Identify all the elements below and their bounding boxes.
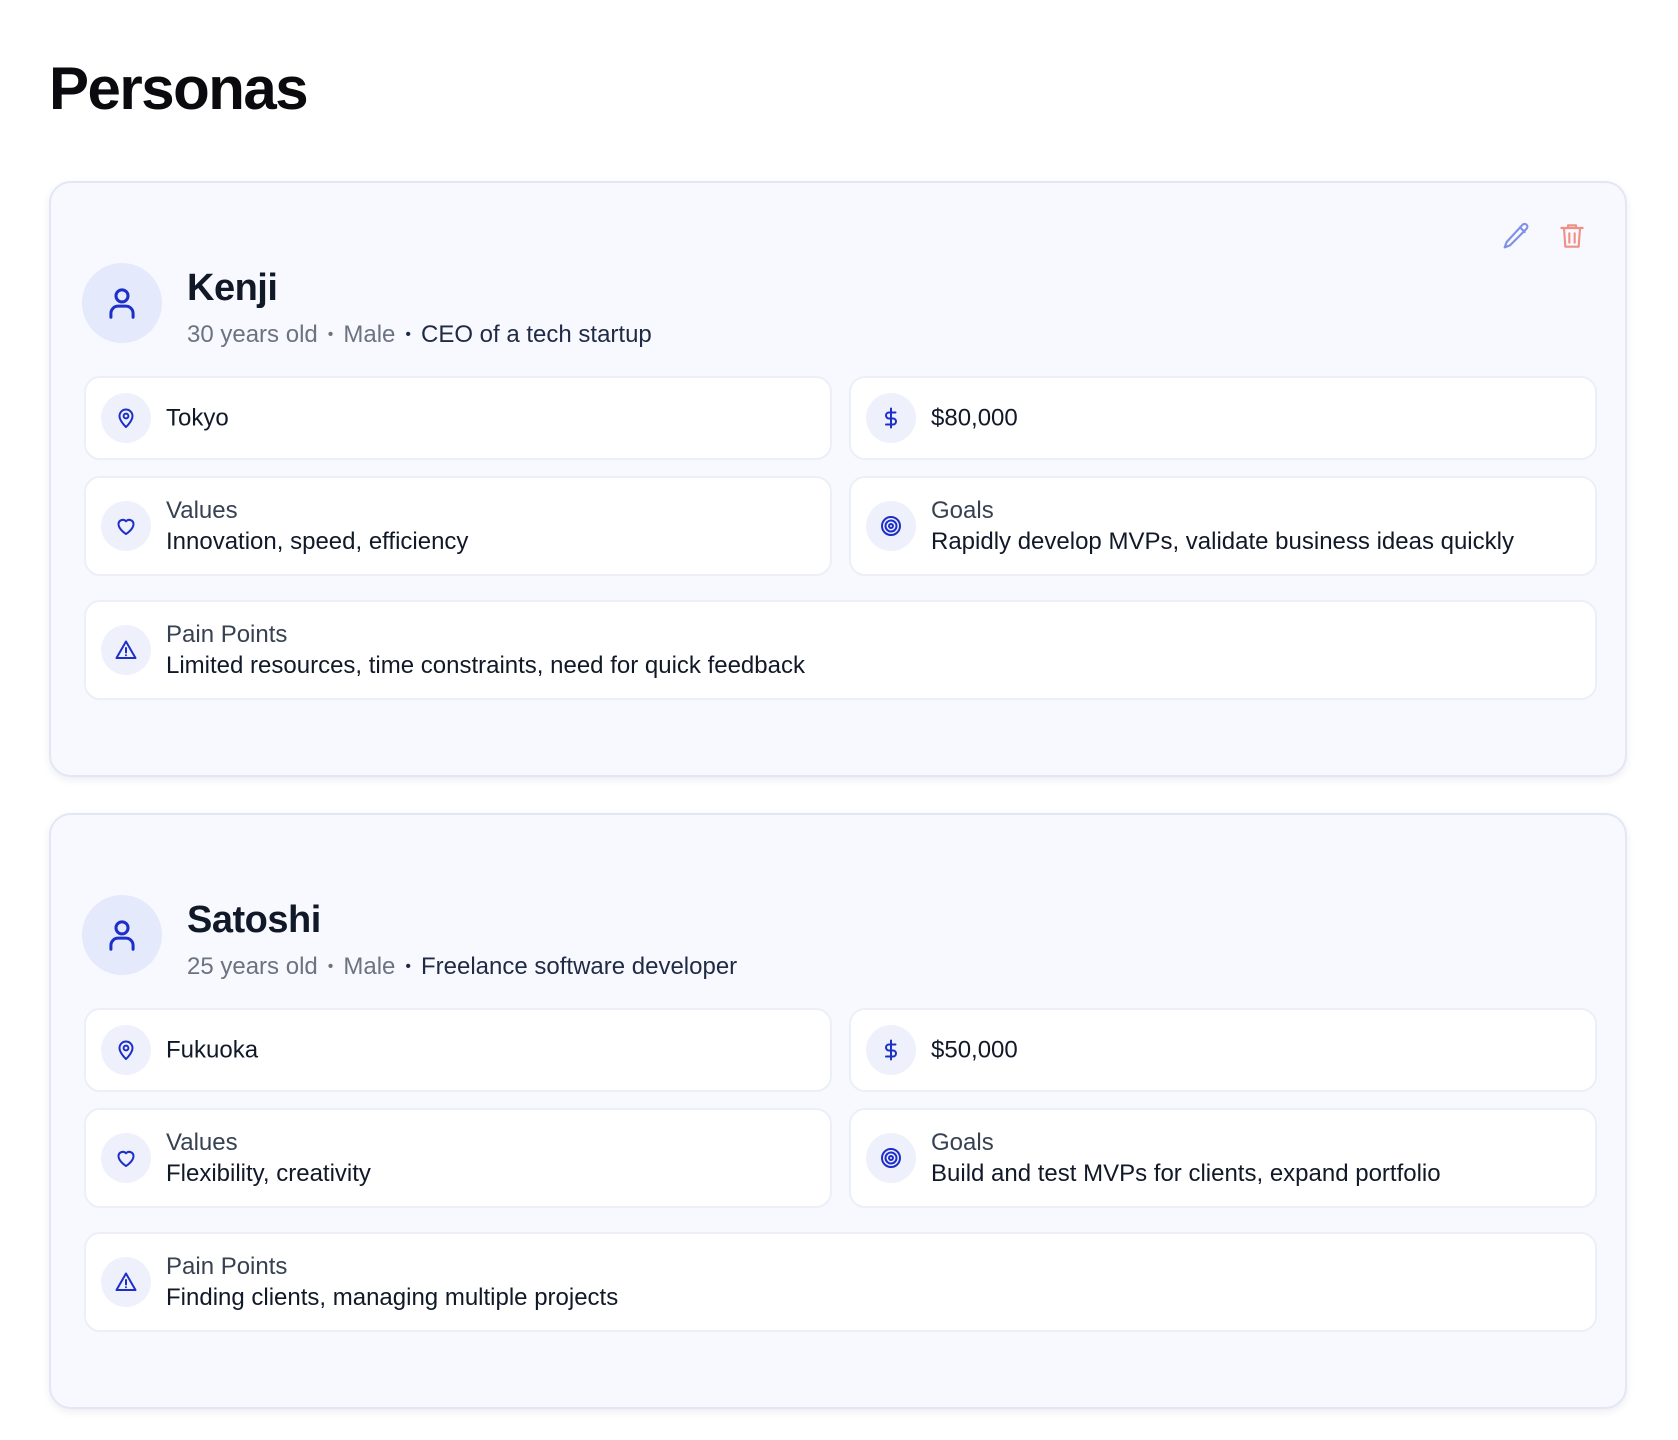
meta-separator: • [327,958,334,975]
location-value: Tokyo [166,404,229,432]
location-field: Fukuoka [84,1008,832,1092]
goals-label: Goals [931,496,994,524]
user-icon [103,916,141,954]
persona-name: Satoshi [187,899,321,941]
meta-separator: • [327,326,334,343]
persona-meta: 30 years old • Male • CEO of a tech startup [187,323,652,347]
pain-points-field: Pain Points Finding clients, managing mu… [84,1232,1597,1332]
pain-points-label: Pain Points [166,620,288,648]
values-value: Innovation, speed, efficiency [166,528,469,555]
values-label: Values [166,1128,238,1156]
dollar-icon [866,393,916,443]
goals-value: Build and test MVPs for clients, expand … [931,1160,1441,1187]
target-icon [866,501,916,551]
values-field: Values Innovation, speed, efficiency [84,476,832,576]
values-label: Values [166,496,238,524]
delete-button[interactable] [1555,219,1589,253]
income-value: $50,000 [931,1036,1018,1064]
pain-points-value: Limited resources, time constraints, nee… [166,652,805,679]
map-pin-icon [101,393,151,443]
income-value: $80,000 [931,404,1018,432]
meta-separator: • [405,958,411,975]
user-icon [103,284,141,322]
heart-icon [101,501,151,551]
avatar [82,895,162,975]
persona-name: Kenji [187,267,278,309]
persona-age: 30 years old [187,321,318,348]
map-pin-icon [101,1025,151,1075]
pain-points-value: Finding clients, managing multiple proje… [166,1284,619,1311]
pencil-icon [1500,220,1532,252]
values-value: Flexibility, creativity [166,1160,371,1187]
values-field: Values Flexibility, creativity [84,1108,832,1208]
dollar-icon [866,1025,916,1075]
persona-gender: Male [343,953,396,980]
target-icon [866,1133,916,1183]
income-field: $80,000 [849,376,1597,460]
persona-card: Kenji 30 years old • Male • CEO of a tech st… [49,181,1627,777]
trash-icon [1556,220,1588,252]
goals-field: Goals Build and test MVPs for clients, e… [849,1108,1597,1208]
heart-icon [101,1133,151,1183]
persona-occupation: CEO of a tech startup [421,321,652,348]
income-field: $50,000 [849,1008,1597,1092]
goals-field: Goals Rapidly develop MVPs, validate bus… [849,476,1597,576]
location-field: Tokyo [84,376,832,460]
meta-separator: • [405,326,411,343]
goals-value: Rapidly develop MVPs, validate business … [931,528,1514,555]
card-actions [1499,219,1589,253]
persona-age: 25 years old [187,953,318,980]
pain-points-label: Pain Points [166,1252,288,1280]
persona-meta: 25 years old • Male • Freelance software dev… [187,955,737,979]
persona-gender: Male [343,321,396,348]
alert-triangle-icon [101,625,151,675]
location-value: Fukuoka [166,1036,259,1064]
page-title: Personas [49,55,309,122]
pain-points-field: Pain Points Limited resources, time cons… [84,600,1597,700]
alert-triangle-icon [101,1257,151,1307]
edit-button[interactable] [1499,219,1533,253]
goals-label: Goals [931,1128,994,1156]
avatar [82,263,162,343]
persona-occupation: Freelance software developer [421,953,738,980]
persona-card: Satoshi 25 years old • Male • Freelance soft… [49,813,1627,1409]
